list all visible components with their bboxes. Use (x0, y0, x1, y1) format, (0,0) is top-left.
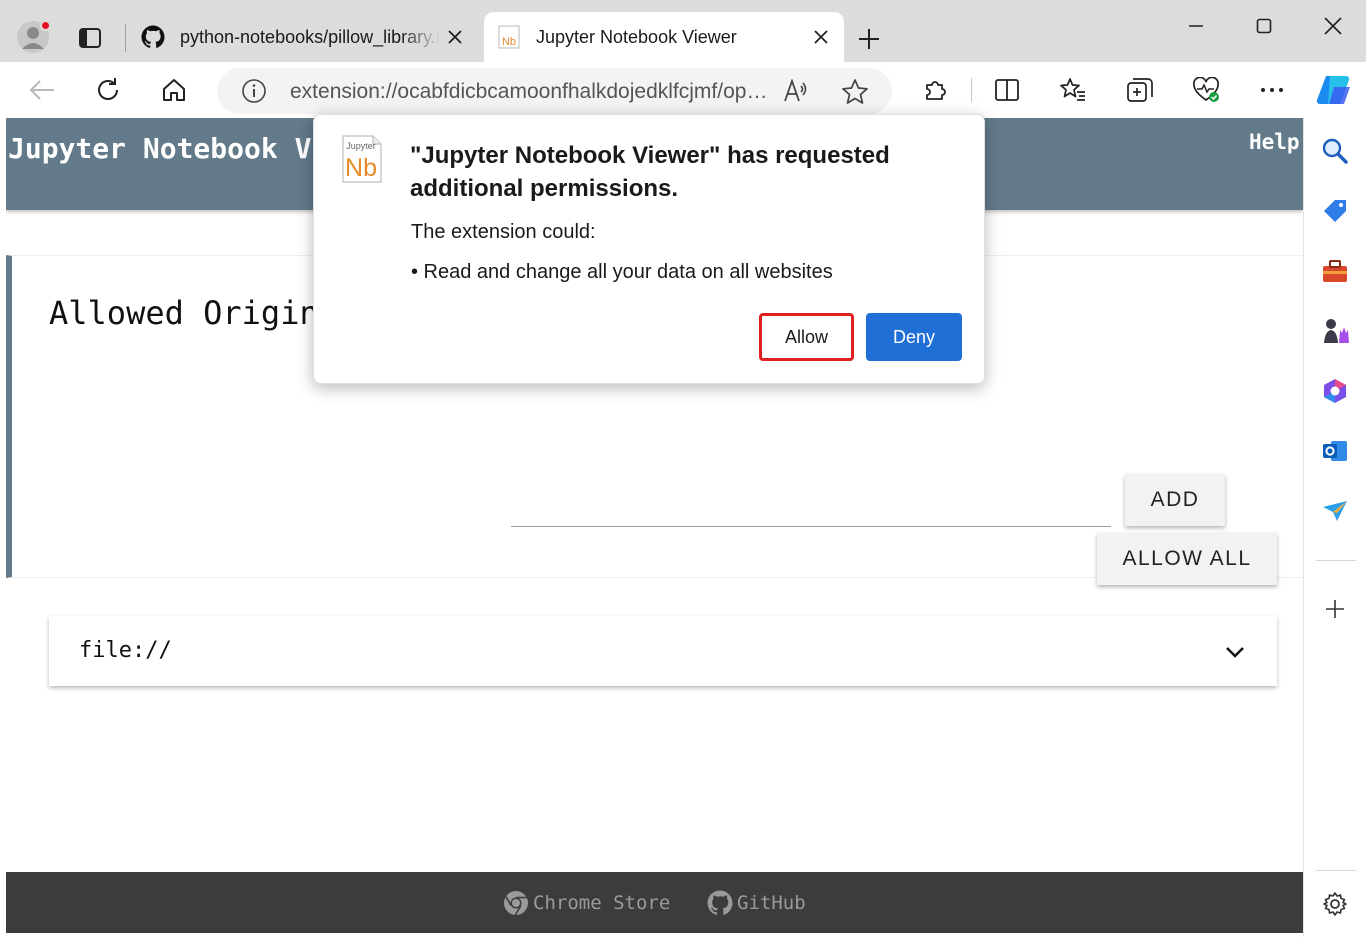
refresh-icon (98, 78, 118, 100)
permission-item: • Read and change all your data on all w… (411, 261, 833, 283)
new-tab-button[interactable] (852, 22, 886, 56)
read-aloud-icon[interactable] (783, 78, 809, 108)
info-icon[interactable] (241, 78, 267, 109)
tab-title: python-notebooks/pillow_library.ipynb (180, 26, 440, 47)
maximize-icon (1256, 18, 1272, 34)
puzzle-icon (926, 81, 946, 100)
more-icon (1261, 88, 1283, 92)
outlook-icon (1323, 441, 1347, 461)
dialog-subtitle: The extension could: (411, 221, 596, 243)
sidebar-microsoft365-button[interactable] (1318, 374, 1352, 408)
m365-icon (1324, 379, 1346, 403)
sidebar-separator (1316, 560, 1356, 561)
dialog-title: "Jupyter Notebook Viewer" has requested … (410, 142, 890, 202)
deny-button[interactable]: Deny (866, 313, 962, 361)
permission-dialog: Jupyter Nb "Jupyter Notebook Viewer" has… (313, 114, 985, 384)
back-button[interactable] (22, 72, 62, 108)
svg-text:Nb: Nb (502, 36, 516, 48)
origin-input[interactable] (511, 526, 1111, 527)
app-footer: Chrome Store GitHub (6, 872, 1303, 933)
sidebar-settings-button[interactable] (1318, 887, 1352, 921)
settings-more-button[interactable] (1252, 72, 1292, 108)
allow-all-button[interactable]: ALLOW ALL (1097, 533, 1277, 585)
profile-notification-dot (40, 20, 51, 31)
sidebar-search-button[interactable] (1318, 134, 1352, 168)
sidebar-separator (1316, 870, 1356, 871)
collections-button[interactable] (1120, 72, 1160, 108)
toolbar-separator (971, 78, 972, 102)
chrome-icon (502, 890, 529, 917)
tab-close-button[interactable] (440, 22, 470, 52)
tag-icon (1324, 200, 1346, 222)
tab-jupyter-viewer[interactable]: Nb Jupyter Notebook Viewer (484, 12, 844, 62)
logo-caption: Jupyter (346, 141, 376, 151)
plus-icon (859, 29, 879, 49)
github-label: GitHub (737, 892, 806, 914)
close-icon (1324, 17, 1342, 35)
copilot-icon (1316, 75, 1350, 105)
close-icon (448, 30, 462, 44)
search-icon (1322, 138, 1348, 164)
favorites-icon (1060, 78, 1085, 101)
collections-icon (1127, 78, 1153, 102)
tab-title: Jupyter Notebook Viewer (536, 26, 737, 47)
browser-essentials-button[interactable] (1186, 72, 1226, 108)
logo-letters: Nb (345, 154, 377, 182)
address-url[interactable]: extension://ocabfdicbcamoonfhalkdojedklf… (290, 80, 770, 104)
tab-close-button[interactable] (806, 22, 836, 52)
close-window-button[interactable] (1313, 8, 1353, 44)
tab-actions-icon (79, 28, 101, 48)
chevron-down-icon[interactable] (1221, 638, 1249, 666)
extension-logo-icon: Jupyter Nb (342, 135, 382, 183)
origin-value: file:// (79, 638, 172, 663)
help-link[interactable]: Help (1249, 130, 1300, 154)
sidebar-outlook-button[interactable] (1318, 434, 1352, 468)
gear-icon (1323, 892, 1347, 916)
refresh-button[interactable] (88, 72, 128, 108)
extensions-button[interactable] (915, 72, 955, 108)
toolbox-icon (1323, 260, 1347, 282)
origin-list-item[interactable]: file:// (49, 616, 1277, 686)
arrow-left-icon (29, 80, 54, 100)
minimize-icon (1189, 25, 1203, 27)
github-icon (140, 24, 166, 50)
edge-sidebar (1303, 118, 1366, 937)
github-link[interactable]: GitHub (706, 888, 806, 918)
allowed-origins-title: Allowed Origins (49, 294, 338, 332)
minimize-button[interactable] (1176, 8, 1216, 44)
tab-github[interactable]: python-notebooks/pillow_library.ipynb (128, 12, 478, 62)
favorites-button[interactable] (1053, 72, 1093, 108)
send-icon (1323, 501, 1347, 521)
close-icon (814, 30, 828, 44)
tab-separator (125, 24, 126, 52)
sidebar-drop-button[interactable] (1318, 494, 1352, 528)
maximize-button[interactable] (1244, 8, 1284, 44)
nb-favicon-icon: Nb (496, 24, 522, 50)
chrome-store-link[interactable]: Chrome Store (502, 888, 670, 918)
heart-pulse-icon (1192, 77, 1220, 102)
github-icon (706, 890, 733, 917)
add-origin-button[interactable]: ADD (1125, 474, 1225, 526)
chess-piece-icon (1324, 319, 1349, 343)
split-screen-icon (995, 79, 1019, 101)
sidebar-tools-button[interactable] (1318, 254, 1352, 288)
tab-actions-button[interactable] (70, 22, 110, 54)
home-button[interactable] (154, 72, 194, 108)
favorite-star-icon[interactable] (841, 78, 869, 111)
copilot-button[interactable] (1314, 72, 1354, 108)
address-bar[interactable]: extension://ocabfdicbcamoonfhalkdojedklf… (217, 68, 892, 114)
home-icon (163, 79, 185, 101)
browser-toolbar: extension://ocabfdicbcamoonfhalkdojedklf… (0, 62, 1366, 118)
plus-icon (1326, 600, 1344, 618)
split-screen-button[interactable] (987, 72, 1027, 108)
tab-strip: python-notebooks/pillow_library.ipynb Nb… (0, 0, 1366, 62)
sidebar-games-button[interactable] (1318, 314, 1352, 348)
allow-button[interactable]: Allow (759, 313, 854, 361)
sidebar-shopping-button[interactable] (1318, 194, 1352, 228)
chrome-store-label: Chrome Store (533, 892, 671, 914)
sidebar-add-button[interactable] (1318, 592, 1352, 626)
